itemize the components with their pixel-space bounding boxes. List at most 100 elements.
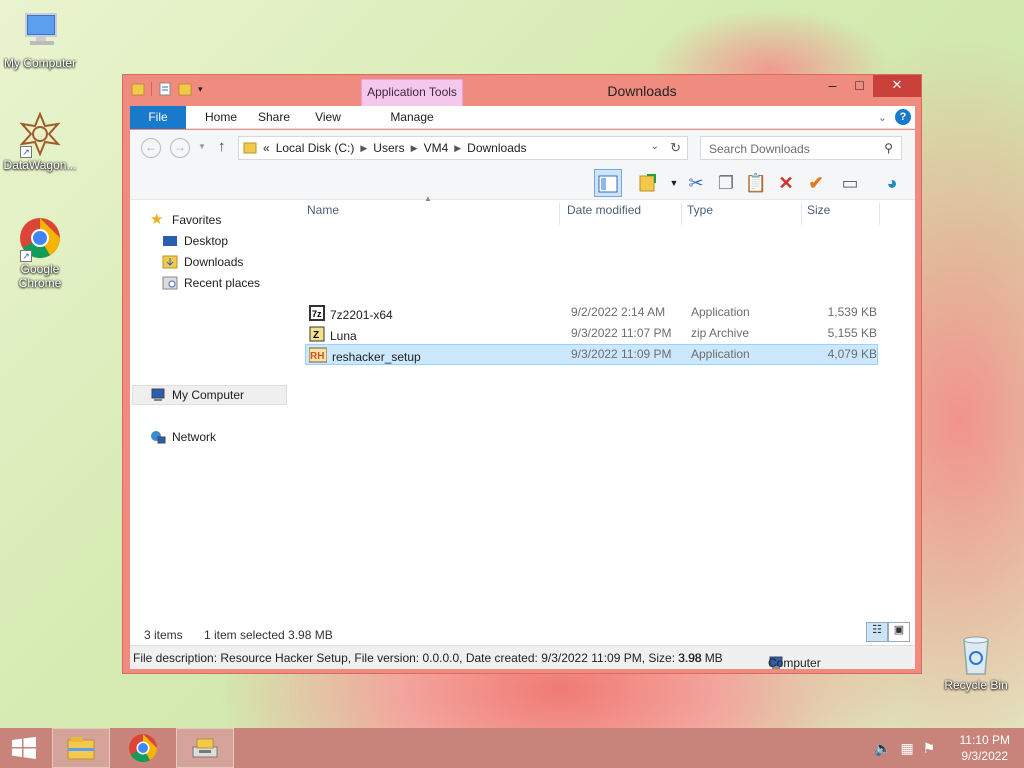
file-name: Luna [330,328,357,343]
resource-hacker-icon: RH [308,347,328,366]
file-name-cell: RH reshacker_setup [308,347,421,366]
file-type: zip Archive [691,326,750,340]
file-row[interactable]: Z Luna 9/3/2022 11:07 PM zip Archive 5,1… [305,323,878,344]
location-label: Computer [768,656,821,670]
cut-icon[interactable]: ✂ [682,169,710,197]
nav-desktop[interactable]: Desktop [162,231,228,251]
title-bar[interactable]: ▾ Application Tools Downloads – □ ✕ [123,75,921,106]
search-icon[interactable]: ⚲ [884,141,893,155]
taskbar-chrome[interactable] [114,728,172,768]
file-date: 9/2/2022 2:14 AM [571,305,666,319]
chrome-icon: ↗ [18,216,62,262]
nav-favorites[interactable]: ★ Favorites [150,210,221,230]
address-overflow[interactable]: « [263,141,270,155]
address-dropdown-icon[interactable]: ⌄ [651,141,659,152]
properties-icon[interactable]: ▭ [836,169,864,197]
info-bar: File description: Resource Hacker Setup,… [130,645,915,670]
paste-icon[interactable]: 📋 [742,169,770,197]
breadcrumb-downloads[interactable]: Downloads [467,141,526,155]
desktop-icon-label: Google Chrome [18,262,62,290]
navigation-bar: ← → ▼ ↑ « Local Disk (C:) ▶ Users ▶ VM4 … [130,130,915,166]
help-icon[interactable]: ? [895,109,911,125]
svg-text:Z: Z [313,330,319,341]
content-area: ★ Favorites Desktop Downloads Recent pla… [130,194,915,630]
close-button[interactable]: ✕ [873,75,921,97]
tab-share[interactable]: Share [252,106,296,129]
volume-muted-icon[interactable]: 🔈 [874,740,891,757]
clock-time: 11:10 PM [959,733,1010,747]
7zip-icon: 7z [309,305,325,324]
search-input[interactable]: Search Downloads ⚲ [700,136,902,160]
selection-info: 1 item selected 3.98 MB [204,628,333,642]
desktop-icon-recycle-bin[interactable]: Recycle Bin [936,632,1016,692]
nav-label: Downloads [184,255,244,269]
large-icons-view-button[interactable]: ▣ [888,622,910,642]
delete-icon[interactable]: ✕ [772,169,800,197]
nav-my-computer[interactable]: My Computer [132,385,287,405]
forward-button[interactable]: → [170,138,190,158]
tab-file[interactable]: File [130,106,186,129]
chrome-icon [129,734,157,762]
taskbar-file-explorer[interactable] [52,728,110,768]
file-row-selected[interactable]: RH reshacker_setup 9/3/2022 11:09 PM App… [305,344,878,365]
column-date-modified[interactable]: Date modified [562,203,682,225]
start-button[interactable] [0,728,48,768]
window-title: Downloads [607,83,677,99]
copy-icon[interactable]: ❐ [712,169,740,197]
nav-network[interactable]: Network [150,427,216,447]
globe-icon[interactable]: ◕ [878,169,906,197]
network-status-icon[interactable]: ▦ [900,740,913,757]
minimize-button[interactable]: – [819,75,846,97]
computer-icon [18,10,62,54]
item-count: 3 items [144,628,183,642]
nav-label: My Computer [172,388,245,402]
taskbar: 🔈 ▦ ⚑ 11:10 PM 9/3/2022 [0,728,1024,768]
preview-pane-icon[interactable] [594,169,622,197]
column-name[interactable]: Name [302,203,560,225]
tab-home[interactable]: Home [196,106,246,129]
details-view-button[interactable]: ☷ [866,622,888,642]
tab-view[interactable]: View [306,106,350,129]
breadcrumb-local-disk[interactable]: Local Disk (C:) [276,141,355,155]
file-size: 5,155 KB [827,326,877,340]
windows-logo-icon [12,737,36,759]
desktop-icon [162,234,178,248]
system-clock[interactable]: 11:10 PM 9/3/2022 [960,732,1010,764]
computer-icon [150,388,166,402]
tab-manage[interactable]: Manage [361,106,463,129]
up-button[interactable]: ↑ [218,138,226,155]
breadcrumb-separator-icon[interactable]: ▶ [411,143,418,154]
column-type[interactable]: Type [682,203,802,225]
chevron-down-icon[interactable]: ⌄ [878,111,887,124]
file-size-info: 3.98 MB [678,651,723,665]
nav-recent-places[interactable]: Recent places [162,273,260,293]
star-icon: ★ [150,211,164,228]
recent-locations-icon[interactable]: ▼ [198,142,206,151]
maximize-button[interactable]: □ [846,75,873,97]
rename-icon[interactable]: ✔ [802,169,830,197]
taskbar-installer[interactable] [176,728,234,768]
shortcut-arrow-icon: ↗ [20,250,32,262]
nav-downloads[interactable]: Downloads [162,252,243,272]
file-name: 7z2201-x64 [330,307,393,322]
column-size[interactable]: Size [802,203,880,225]
desktop-icon-datawagon[interactable]: ↗ DataWagon... [0,111,80,172]
file-type: Application [691,305,750,319]
address-bar[interactable]: « Local Disk (C:) ▶ Users ▶ VM4 ▶ Downlo… [238,136,688,160]
file-name: reshacker_setup [332,349,421,364]
navigation-pane: ★ Favorites Desktop Downloads Recent pla… [130,200,290,630]
refresh-icon[interactable]: ↻ [670,140,681,156]
breadcrumb-users[interactable]: Users [373,141,404,155]
file-name-cell: Z Luna [309,326,357,345]
desktop-icon-my-computer[interactable]: My Computer [0,10,80,70]
desktop-icon-chrome[interactable]: ↗ Google Chrome [0,216,80,290]
file-row[interactable]: 7z 7z2201-x64 9/2/2022 2:14 AM Applicati… [305,302,878,323]
back-button[interactable]: ← [141,138,161,158]
breadcrumb-separator-icon[interactable]: ▶ [360,143,367,154]
action-center-icon[interactable]: ⚑ [923,740,936,757]
breadcrumb-separator-icon[interactable]: ▶ [454,143,461,154]
folder-options-icon[interactable] [634,169,662,197]
network-icon [150,430,166,444]
ribbon-tabs: File Home Share View Manage ⌄ ? [130,106,915,129]
breadcrumb-vm4[interactable]: VM4 [424,141,449,155]
